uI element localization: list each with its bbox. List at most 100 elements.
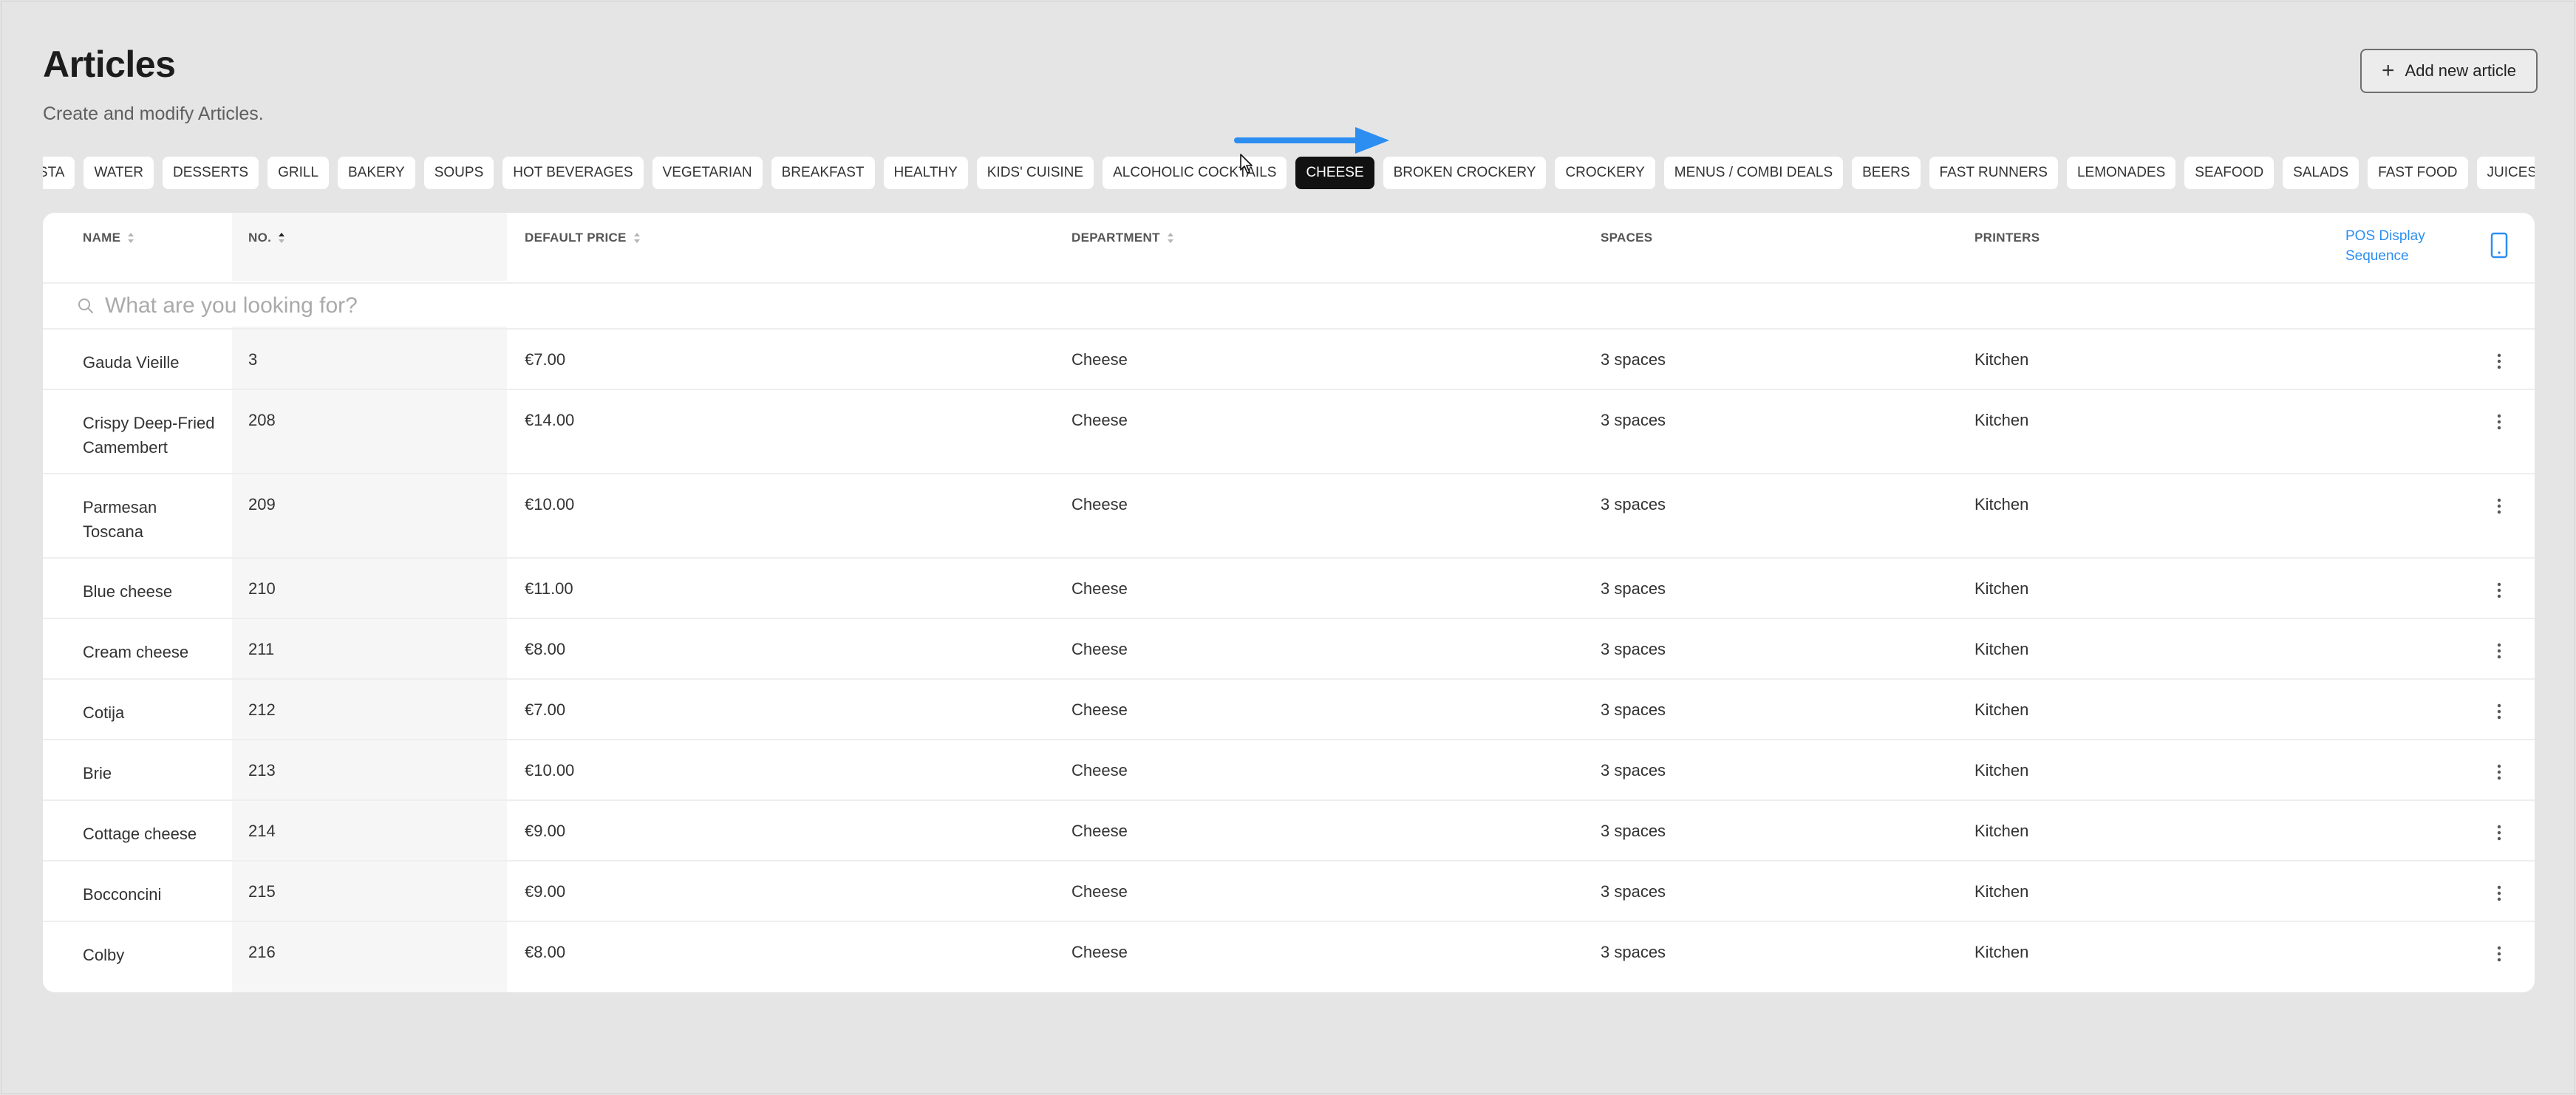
kebab-menu-icon[interactable] [2464,822,2535,841]
article-name: Parmesan Toscana [83,498,157,541]
article-printers: Kitchen [1974,350,2029,369]
column-header-printers: PRINTERS [1974,231,2040,245]
kebab-menu-icon[interactable] [2464,579,2535,598]
column-header-default-price[interactable]: DEFAULT PRICE [525,213,1071,245]
article-default-price: €8.00 [525,640,566,658]
table-row[interactable]: Brie 213 €10.00 Cheese 3 spaces Kitchen [43,740,2535,801]
category-chip[interactable]: SALADS [2283,157,2359,189]
kebab-menu-icon[interactable] [2464,882,2535,901]
category-chip[interactable]: ALCOHOLIC COCKTAILS [1103,157,1287,189]
category-chip[interactable]: VEGETARIAN [652,157,763,189]
table-row[interactable]: Cottage cheese 214 €9.00 Cheese 3 spaces Kitc… [43,800,2535,862]
article-spaces: 3 spaces [1601,640,1666,658]
article-name: Blue cheese [83,582,173,601]
column-header-department[interactable]: DEPARTMENT [1071,213,1601,245]
article-printers: Kitchen [1974,822,2029,840]
category-chip[interactable]: CROCKERY [1555,157,1655,189]
article-spaces: 3 spaces [1601,350,1666,369]
table-search-row [43,282,2535,330]
category-chip[interactable]: DESSERTS [162,157,259,189]
article-default-price: €9.00 [525,882,566,901]
article-number: 208 [248,411,276,429]
article-printers: Kitchen [1974,943,2029,961]
column-header-name[interactable]: NAME [83,213,232,245]
article-name: Crispy Deep-Fried Camembert [83,414,215,457]
article-printers: Kitchen [1974,411,2029,429]
category-chip[interactable]: FAST FOOD [2368,157,2468,189]
search-input[interactable] [103,293,771,319]
articles-table: NAME NO. DEFAULT PRICE DEPARTMENT SPACES… [43,213,2535,982]
category-chip[interactable]: HOT BEVERAGES [502,157,644,189]
article-department: Cheese [1071,761,1128,780]
category-chip[interactable]: KIDS' CUISINE [976,157,1094,189]
sort-ascending-icon [277,231,286,245]
table-row[interactable]: Bocconcini 215 €9.00 Cheese 3 spaces Kitchen [43,861,2535,922]
table-search[interactable] [43,284,2535,328]
kebab-menu-icon[interactable] [2464,411,2535,430]
kebab-menu-icon[interactable] [2464,700,2535,720]
category-chip[interactable]: LEMONADES [2066,157,2176,189]
article-number: 216 [248,943,276,961]
sort-icon [1166,231,1175,245]
page-subtitle: Create and modify Articles. [43,103,264,124]
tablet-icon[interactable] [2464,213,2535,259]
article-default-price: €10.00 [525,761,575,780]
article-department: Cheese [1071,882,1128,901]
article-number: 213 [248,761,276,780]
article-default-price: €7.00 [525,700,566,719]
article-number: 209 [248,495,276,514]
article-department: Cheese [1071,700,1128,719]
article-default-price: €8.00 [525,943,566,961]
category-chip[interactable]: SOUPS [423,157,494,189]
article-printers: Kitchen [1974,495,2029,514]
category-chip[interactable]: GRILL [268,157,329,189]
table-row[interactable]: Colby 216 €8.00 Cheese 3 spaces Kitchen [43,921,2535,982]
article-number: 3 [248,350,258,369]
category-chip[interactable]: BEERS [1852,157,1921,189]
arrow-right-icon [1234,127,1389,154]
article-number: 215 [248,882,276,901]
category-chip[interactable]: BAKERY [337,157,415,189]
category-chip[interactable]: FAST RUNNERS [1929,157,2058,189]
article-name: Cotija [83,703,125,722]
kebab-menu-icon[interactable] [2464,761,2535,780]
article-default-price: €14.00 [525,411,575,429]
article-name: Cream cheese [83,643,189,661]
category-filter-bar[interactable]: PASTA WATERDESSERTS GRILLBAKERYSOUPSHOT BE… [43,157,2535,189]
article-printers: Kitchen [1974,761,2029,780]
article-spaces: 3 spaces [1601,943,1666,961]
category-chip[interactable]: CHEESE [1295,157,1374,189]
kebab-menu-icon[interactable] [2464,943,2535,962]
column-header-number[interactable]: NO. [248,213,507,245]
add-article-button-label: Add new article [2405,61,2516,80]
table-row[interactable]: Crispy Deep-Fried Camembert 208 €14.00 Chee… [43,389,2535,474]
table-row[interactable]: Parmesan Toscana 209 €10.00 Cheese 3 spaces K… [43,474,2535,559]
article-name: Brie [83,764,112,782]
column-header-spaces: SPACES [1601,231,1653,245]
article-spaces: 3 spaces [1601,882,1666,901]
article-department: Cheese [1071,640,1128,658]
article-default-price: €9.00 [525,822,566,840]
table-row[interactable]: Blue cheese 210 €11.00 Cheese 3 spaces Kitche… [43,558,2535,619]
article-default-price: €10.00 [525,495,575,514]
sort-icon [126,231,135,245]
table-row[interactable]: Cream cheese 211 €8.00 Cheese 3 spaces Kitche… [43,618,2535,680]
category-chip[interactable]: BROKEN CROCKERY [1383,157,1547,189]
pos-display-sequence-link[interactable]: POS Display Sequence [2345,213,2464,266]
table-row[interactable]: Gauda Vieille 3 €7.00 Cheese 3 spaces Kitchen [43,329,2535,390]
article-printers: Kitchen [1974,640,2029,658]
category-chip[interactable]: PASTA [43,157,75,189]
article-spaces: 3 spaces [1601,700,1666,719]
kebab-menu-icon[interactable] [2464,350,2535,369]
category-chip[interactable]: JUICES [2476,157,2535,189]
category-chip[interactable]: SEAFOOD [2184,157,2275,189]
category-chip[interactable]: HEALTHY [883,157,968,189]
article-name: Bocconcini [83,885,162,904]
kebab-menu-icon[interactable] [2464,640,2535,659]
category-chip[interactable]: WATER [84,157,154,189]
category-chip[interactable]: BREAKFAST [771,157,875,189]
table-row[interactable]: Cotija 212 €7.00 Cheese 3 spaces Kitchen [43,679,2535,740]
category-chip[interactable]: MENUS / COMBI DEALS [1663,157,1844,189]
kebab-menu-icon[interactable] [2464,495,2535,514]
add-article-button[interactable]: + Add new article [2360,49,2538,93]
